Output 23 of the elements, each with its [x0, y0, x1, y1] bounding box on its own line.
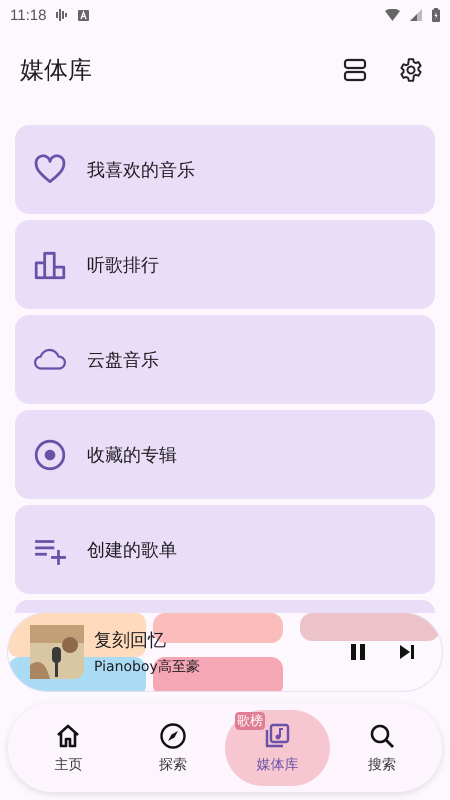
library-item[interactable]: 云盘音乐	[15, 315, 435, 404]
library-item[interactable]: 我喜欢的音乐	[15, 125, 435, 214]
notification-icon	[78, 10, 90, 20]
disc-icon	[33, 438, 67, 472]
compass-icon	[158, 722, 187, 750]
page-title: 媒体库	[20, 55, 92, 86]
ghost-label: 歌榜	[235, 712, 265, 730]
wifi-icon	[385, 9, 400, 21]
battery-icon	[432, 8, 440, 22]
signal-bars-icon	[56, 8, 68, 22]
library-item[interactable]: 创建的歌单	[15, 505, 435, 594]
settings-icon	[398, 57, 424, 83]
cell-signal-icon	[410, 9, 422, 21]
search-icon	[368, 722, 396, 750]
library-item[interactable]: 收藏的专辑	[15, 410, 435, 499]
music-library-icon	[263, 722, 292, 750]
nav-tab[interactable]: 主页	[16, 710, 120, 786]
library-item[interactable]: 听歌排行	[15, 220, 435, 309]
two-rows-icon	[342, 57, 368, 83]
status-time: 11:18	[10, 6, 46, 24]
nav-tab[interactable]: 探索	[120, 710, 225, 786]
nav-tab[interactable]: 搜索	[330, 710, 434, 786]
nav-tab[interactable]: 歌榜 媒体库	[225, 710, 330, 786]
